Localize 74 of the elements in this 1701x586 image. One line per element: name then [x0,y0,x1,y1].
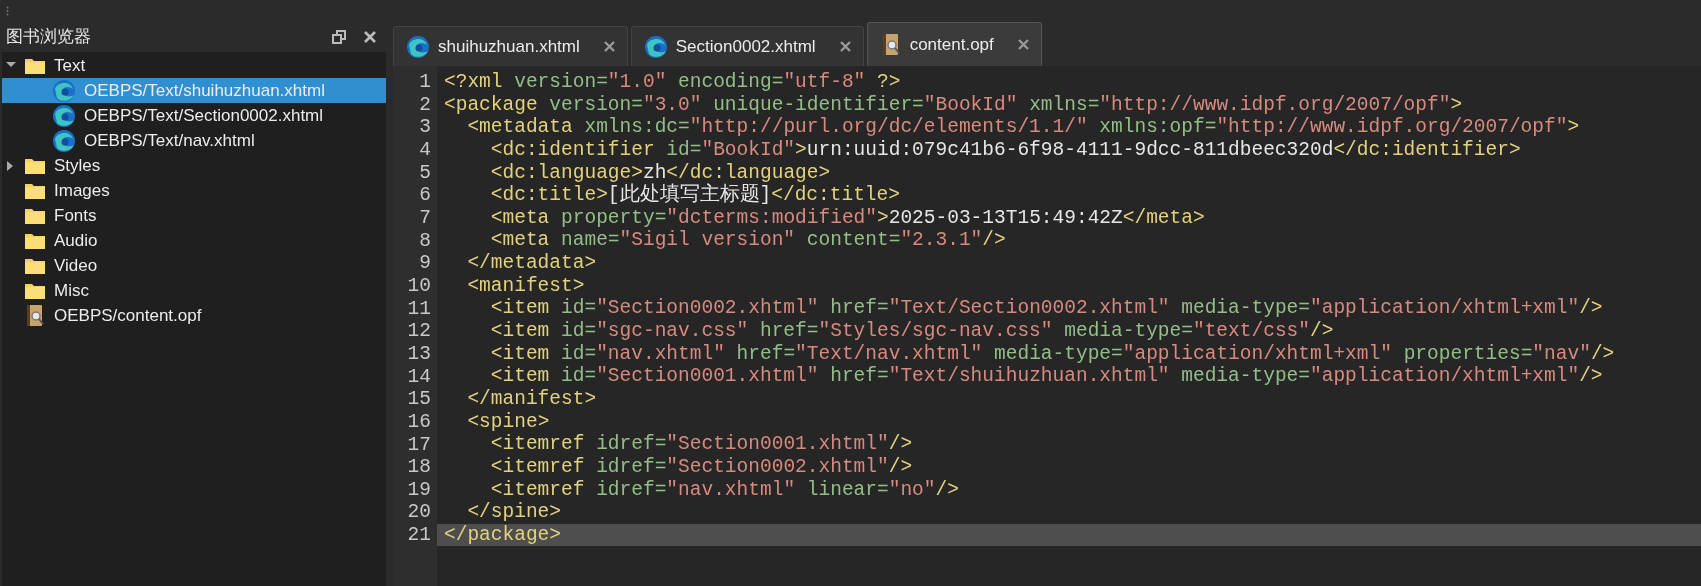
swirl-icon [406,34,430,59]
tree-item[interactable]: OEBPS/Text/Section0002.xhtml [2,103,386,128]
editor-tab[interactable]: content.opf [866,22,1042,66]
code-line: <package version="3.0" unique-identifier="BookId" xmlns="http://www.idpf.org/2007/opf"> [443,93,1464,117]
code-line: <metadata xmlns:dc="http://purl.org/dc/elements/1.1/" xmlns:opf="http://www.idpf.org/2007/opf"> [466,116,1581,139]
tree-item[interactable]: Text [2,53,386,78]
grip-icon[interactable] [6,6,9,16]
close-icon[interactable] [1017,39,1029,50]
line-number: 12 [407,320,431,343]
code-line: <dc:title>[此处填写主标题]</dc:title> [489,184,901,207]
swirl-icon [52,78,76,103]
tree-item[interactable]: Misc [2,278,386,303]
editor-tab[interactable]: shuihuzhuan.xhtml [393,26,628,66]
swirl-icon [643,34,668,59]
folder-icon [24,206,46,225]
line-number: 4 [419,138,431,162]
code-line: <itemref idref="Section0002.xhtml"/> [489,455,914,479]
code-line: <item id="Section0001.xhtml" href="Text/shuihuzhuan.xhtml" media-type="application/xhtml+xml"/> [489,365,1604,388]
folder-icon [24,231,46,250]
code-line: <dc:language>zh</dc:language> [489,161,832,184]
line-number: 13 [407,342,431,366]
line-number: 14 [407,365,431,389]
tree-item[interactable]: Styles [2,153,386,178]
swirl-icon [52,103,76,128]
swirl-icon [52,128,76,153]
code-line: </spine> [466,501,563,524]
close-icon[interactable] [839,41,851,52]
tree-item[interactable]: Images [2,178,386,203]
code-line: </metadata> [466,252,598,275]
code-line: <?xml version="1.0" encoding="utf-8" ?> [443,71,902,94]
tree-item[interactable]: OEBPS/content.opf [2,303,386,328]
line-number: 9 [419,252,431,275]
code-line: <meta property="dcterms:modified">2025-03-13T15:49:42Z</meta> [489,206,1206,230]
code-line: <dc:identifier id="BookId">urn:uuid:079c41b6-6f98-4111-9dcc-811dbeec320d</dc:identifier> [489,138,1522,162]
folder-icon [24,256,46,275]
code-line: <itemref idref="Section0001.xhtml"/> [489,433,914,456]
line-number: 5 [419,161,431,185]
line-number: 11 [407,297,431,321]
line-number: 6 [419,184,431,207]
folder-icon [24,156,46,175]
line-number: 2 [419,93,431,117]
code-line: </manifest> [466,387,598,411]
tree-item[interactable]: Video [2,253,386,278]
tree-item[interactable]: OEBPS/Text/nav.xhtml [2,128,386,153]
code-line: <item id="nav.xhtml" href="Text/nav.xhtml" media-type="application/xhtml+xml" properties="nav"/> [489,342,1616,366]
book-icon [24,304,46,327]
line-number: 18 [407,456,431,479]
folder-icon [24,181,46,200]
line-number: 17 [407,433,431,457]
line-number: 3 [419,116,431,139]
line-number: 21 [407,524,431,547]
line-number: 20 [407,501,431,525]
line-number: 7 [419,206,431,230]
tree-item[interactable]: Fonts [2,203,386,228]
close-icon[interactable] [603,41,615,52]
line-number: 1 [419,71,431,94]
code-line: <meta name="Sigil version" content="2.3.1"/> [489,229,1007,253]
line-number: 19 [407,478,431,502]
code-line: <manifest> [466,274,586,298]
line-number: 8 [419,229,431,253]
folder-icon [24,281,46,300]
code-line: <spine> [466,410,551,434]
close-icon[interactable] [364,31,376,43]
editor-tab[interactable]: Section0002.xhtml [630,26,864,66]
folder-icon [24,56,46,75]
panel-title: 图书浏览器 [6,26,91,49]
line-number: 10 [407,274,431,298]
tree-item[interactable]: Audio [2,228,386,253]
line-number: 15 [407,388,431,411]
code-line: <itemref idref="nav.xhtml" linear="no"/> [489,478,960,502]
code-line: <item id="Section0002.xhtml" href="Text/Section0002.xhtml" media-type="application/xhtml+xml"/> [489,297,1604,321]
line-number: 16 [407,410,431,434]
restore-icon[interactable] [332,30,346,44]
code-line: <item id="sgc-nav.css" href="Styles/sgc-nav.css" media-type="text/css"/> [489,320,1335,343]
